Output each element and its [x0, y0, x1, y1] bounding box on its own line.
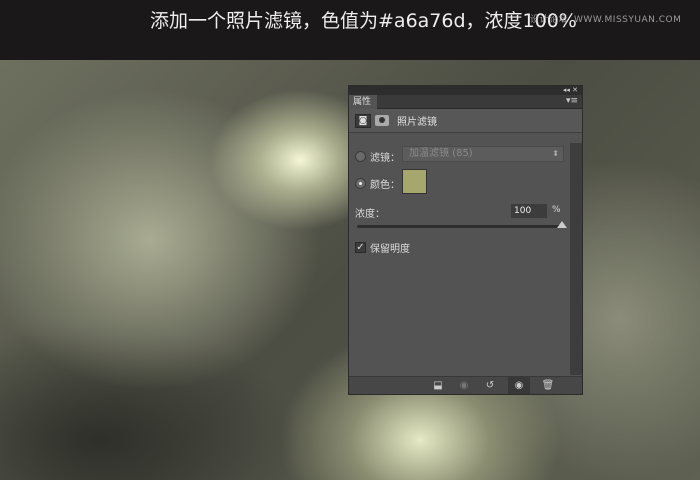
density-label: 浓度：: [355, 209, 385, 220]
filter-label: 滤镜：: [370, 153, 400, 164]
density-input[interactable]: 100: [511, 204, 547, 218]
panel-collapse-close[interactable]: ◂◂ ✕: [349, 86, 582, 95]
preserve-luminosity-label: 保留明度: [370, 244, 410, 255]
select-arrows-icon: ⬍: [552, 149, 559, 158]
watermark-cn: 设计论坛: [530, 15, 569, 25]
color-radio-row[interactable]: 颜色：: [355, 176, 400, 191]
tutorial-caption: 添加一个照片滤镜，色值为#a6a76d，浓度100%: [150, 10, 577, 32]
filter-radio-row[interactable]: 滤镜：: [355, 149, 400, 164]
watermark: 设计论坛 WWW.MISSYUAN.COM: [530, 12, 681, 25]
adjustment-camera-icon[interactable]: ◙: [355, 113, 371, 128]
density-unit: %: [552, 205, 561, 215]
filter-select[interactable]: 加温滤镜 (85) ⬍: [402, 146, 564, 162]
adjustment-title: 照片滤镜: [397, 117, 437, 128]
trash-icon[interactable]: 🗑: [540, 380, 556, 391]
clip-to-layer-icon[interactable]: ⬓: [430, 380, 446, 391]
properties-panel: ◂◂ ✕ 属性 ▾≡ ◙ 照片滤镜 滤镜： 加温滤镜 (85) ⬍ 颜色： 浓度：…: [348, 85, 583, 395]
color-label: 颜色：: [370, 180, 400, 191]
panel-footer: ⬓ ◉ ↺ ◉ 🗑: [349, 376, 582, 394]
color-swatch[interactable]: [402, 169, 427, 194]
panel-scrollbar[interactable]: [570, 143, 582, 375]
filter-select-value: 加温滤镜 (85): [409, 148, 473, 159]
density-slider-thumb[interactable]: [557, 221, 567, 228]
mask-icon[interactable]: [375, 115, 389, 126]
watermark-url: WWW.MISSYUAN.COM: [574, 15, 682, 25]
preserve-luminosity-row[interactable]: ✓ 保留明度: [355, 240, 410, 255]
reset-icon[interactable]: ↺: [482, 380, 498, 391]
density-slider[interactable]: [357, 221, 567, 228]
preserve-luminosity-checkbox[interactable]: ✓: [355, 242, 366, 253]
view-previous-state-icon[interactable]: ◉: [456, 380, 472, 391]
visibility-eye-icon[interactable]: ◉: [508, 377, 530, 394]
tab-properties[interactable]: 属性: [349, 95, 377, 109]
panel-menu-icon[interactable]: ▾≡: [566, 96, 578, 106]
color-radio[interactable]: [355, 178, 366, 189]
filter-radio[interactable]: [355, 151, 366, 162]
